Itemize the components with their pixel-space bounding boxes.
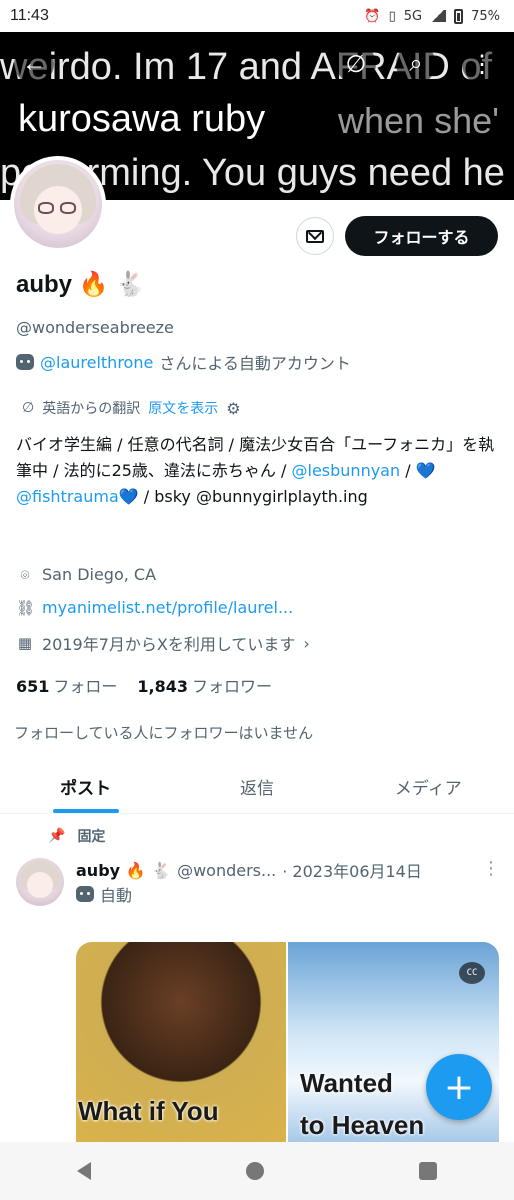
signal-icon [430, 10, 447, 22]
meme-caption-right-2: to Heaven [300, 1110, 425, 1140]
no-mutual-followers-text: フォローしている人にフォロワーはいません [14, 724, 314, 742]
link-icon: ⛓ [16, 598, 36, 617]
location-pin-icon: ⌾ [20, 565, 30, 584]
pinned-indicator: 📌 固定 [48, 826, 105, 846]
back-arrow-icon[interactable]: ← [14, 44, 54, 84]
battery-level: 75% [471, 8, 500, 24]
profile-handle: @wonderseabreeze [16, 318, 174, 337]
banner-text-line2a: kurosawa ruby [18, 98, 266, 140]
profile-tabs: ポスト 返信 メディア [0, 760, 514, 814]
system-nav-bar [0, 1142, 514, 1200]
location-text: San Diego, CA [42, 565, 157, 584]
followers-count: 1,843 [137, 677, 189, 696]
message-button[interactable] [296, 217, 334, 255]
nav-back-icon[interactable] [77, 1162, 92, 1180]
status-icons: ⏰ ▯ 5G 75% [364, 8, 500, 24]
follow-counts: 651 フォロー 1,843 フォロワー [16, 673, 272, 697]
more-vert-icon[interactable]: ⋮ [462, 44, 502, 84]
alarm-icon: ⏰ [364, 8, 381, 24]
following-count-link[interactable]: 651 フォロー [16, 673, 117, 697]
post-author-name[interactable]: auby 🔥 🐇 [76, 861, 171, 880]
compose-post-button[interactable]: + [426, 1054, 492, 1120]
avatar-glasses-right [60, 202, 76, 214]
bio-mention-fishtrauma[interactable]: @fishtrauma [16, 487, 119, 506]
post-header: auby 🔥 🐇 @wonders... · 2023年06月14日 [76, 858, 502, 882]
caption-badge[interactable]: CC [459, 962, 485, 984]
bot-icon [16, 354, 34, 370]
profile-bio: バイオ学生編 / 任意の代名詞 / 魔法少女百合「ユーフォニカ」を執筆中 / 法… [16, 432, 500, 510]
blue-heart-emoji: 💙 [415, 461, 436, 480]
automated-text: 自動 [100, 886, 133, 905]
website-link[interactable]: myanimelist.net/profile/laurel... [42, 598, 293, 617]
meme-caption-right-1: Wanted [300, 1068, 393, 1098]
profile-avatar[interactable] [10, 156, 106, 252]
mail-icon [306, 229, 324, 243]
avatar-glasses-left [38, 202, 54, 214]
post-author-avatar[interactable] [16, 858, 64, 906]
status-bar: 11:43 ⏰ ▯ 5G 75% [0, 0, 514, 32]
bio-separator: / [400, 461, 416, 480]
post-automated-label: 自動 [76, 882, 132, 906]
website-row: ⛓ myanimelist.net/profile/laurel... [16, 598, 293, 617]
location-row: ⌾ San Diego, CA [16, 565, 156, 584]
post-author-handle[interactable]: @wonders... [177, 861, 276, 880]
network-label: 5G [403, 8, 423, 24]
followers-count-link[interactable]: 1,843 フォロワー [137, 673, 272, 697]
tab-media[interactable]: メディア [343, 760, 514, 813]
search-icon[interactable]: ⌕ [396, 44, 436, 84]
calendar-icon: ▦ [17, 634, 33, 652]
automated-suffix: さんによる自動アカウント [159, 354, 351, 373]
grok-icon[interactable]: ∅ [336, 44, 376, 84]
bot-icon [76, 886, 94, 902]
translated-from-label: 英語からの翻訳 [42, 401, 141, 417]
tab-posts[interactable]: ポスト [0, 760, 171, 813]
blue-heart-emoji: 💙 [118, 487, 139, 506]
tab-replies[interactable]: 返信 [171, 760, 342, 813]
pin-icon: 📌 [48, 828, 66, 844]
pinned-label: 固定 [77, 829, 106, 845]
automated-account-label: @laurelthrone さんによる自動アカウント [16, 350, 351, 374]
chevron-right-icon: › [303, 633, 310, 653]
gear-icon[interactable]: ⚙ [226, 399, 240, 418]
battery-icon [454, 8, 464, 24]
bio-text-2: / bsky @bunnygirlplayth.ing [138, 487, 368, 506]
automated-by-link[interactable]: @laurelthrone [40, 353, 153, 372]
show-original-link[interactable]: 原文を表示 [148, 398, 218, 418]
following-label: フォロー [53, 677, 118, 696]
vibrate-icon: ▯ [388, 8, 396, 24]
status-time: 11:43 [10, 7, 49, 24]
join-date-row[interactable]: ▦ 2019年7月からXを利用しています › [16, 631, 310, 655]
post-more-icon[interactable]: ⋮ [482, 858, 500, 879]
profile-name: auby 🔥 🐇 [16, 271, 146, 298]
bio-mention-lesbunnyan[interactable]: @lesbunnyan [292, 461, 401, 480]
post-media[interactable]: What if You Wanted to Heaven CC [76, 942, 499, 1142]
avatar-face [27, 872, 53, 898]
followers-label: フォロワー [192, 677, 273, 696]
follow-button[interactable]: フォローする [345, 216, 498, 256]
nav-home-icon[interactable] [245, 1162, 264, 1180]
meme-image-left: What if You [76, 942, 286, 1142]
banner-text-line2b: when she' [338, 100, 499, 141]
nav-recents-icon[interactable] [418, 1162, 437, 1180]
following-count: 651 [16, 677, 50, 696]
translation-row: ∅ 英語からの翻訳 原文を表示 ⚙ [22, 398, 241, 418]
meme-caption-left: What if You [78, 1096, 219, 1126]
post-date[interactable]: · 2023年06月14日 [282, 858, 422, 882]
join-date-text: 2019年7月からXを利用しています [42, 635, 296, 654]
translate-icon: ∅ [22, 400, 35, 416]
